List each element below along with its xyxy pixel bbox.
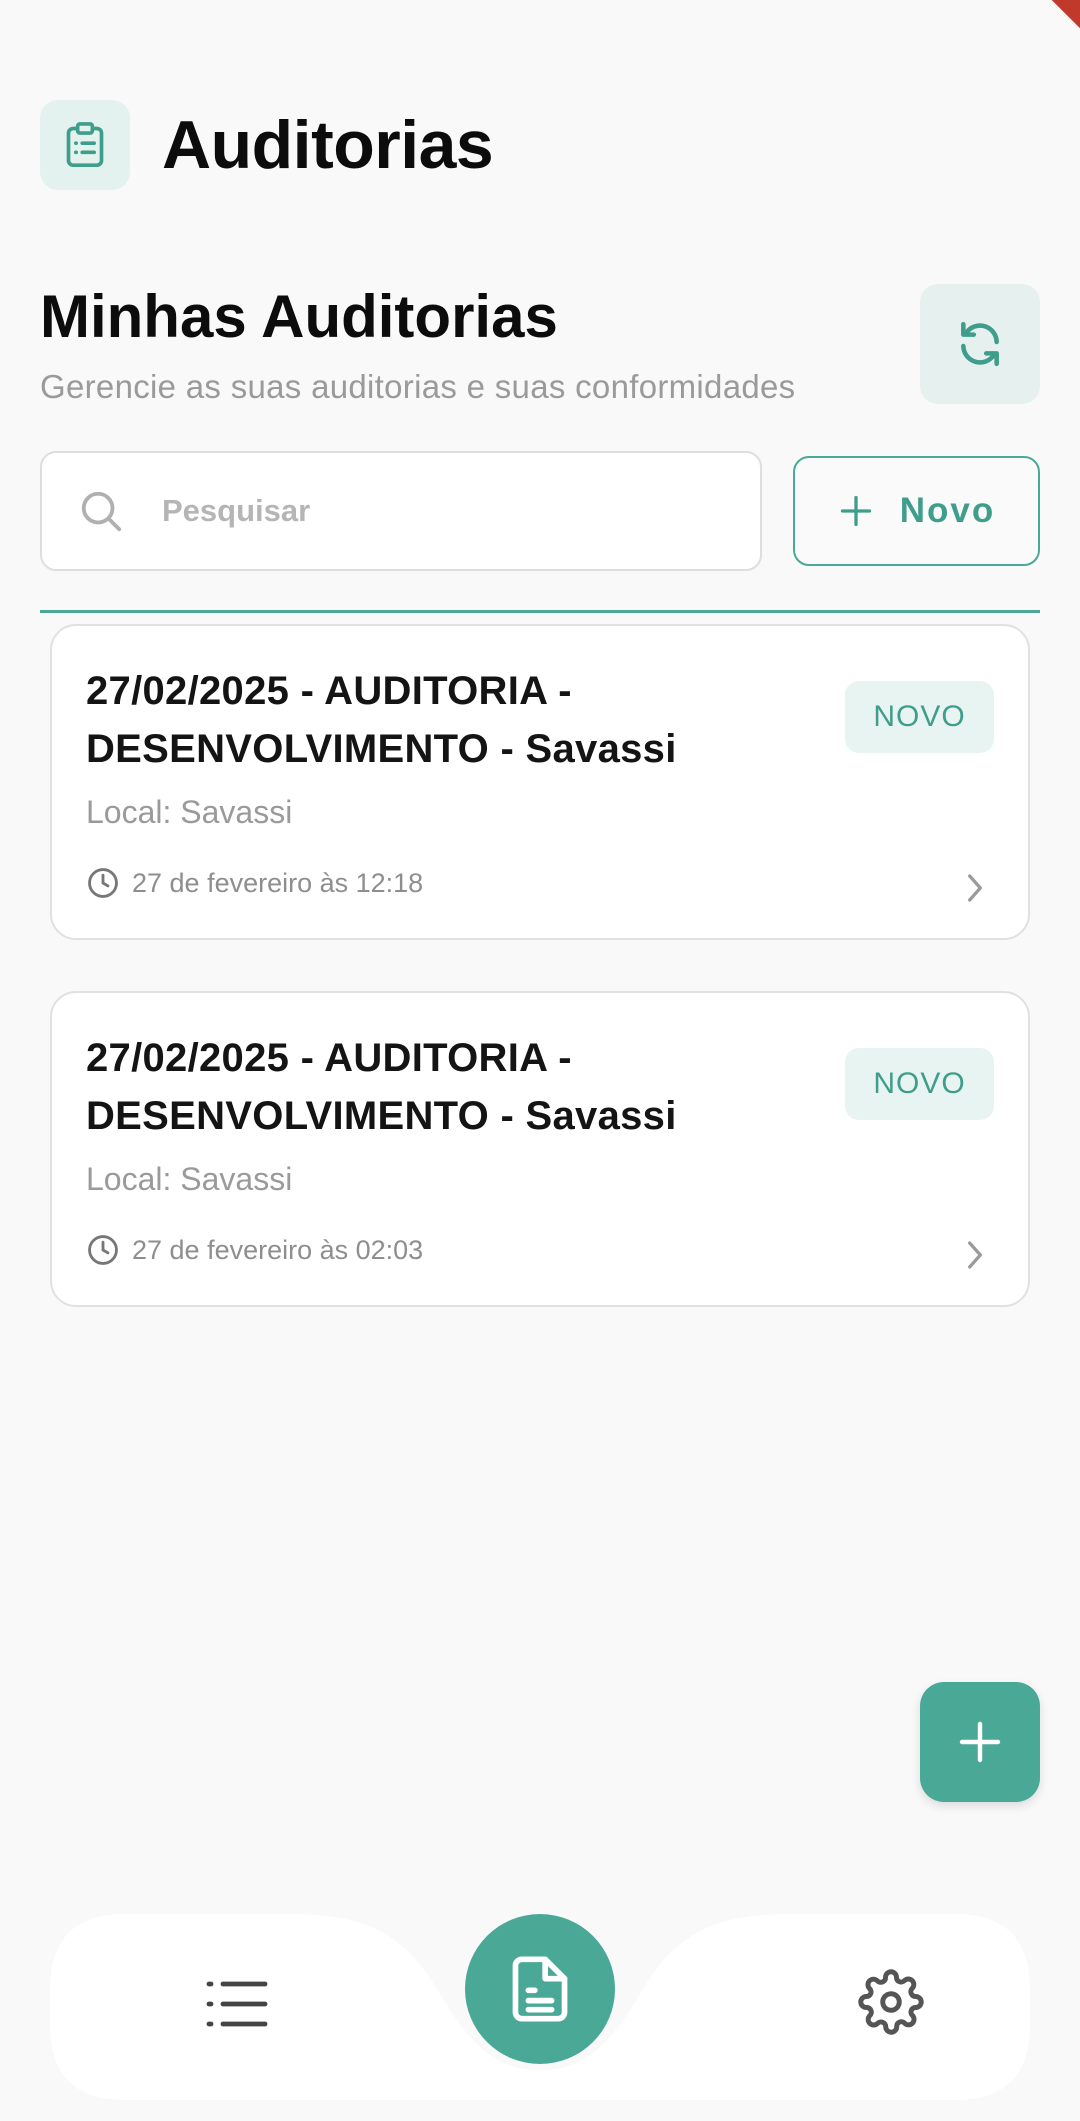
audit-card[interactable]: 27/02/2025 - AUDITORIA - DESENVOLVIMENTO…	[50, 991, 1030, 1307]
audit-location: Local: Savassi	[86, 1161, 293, 1197]
clipboard-icon	[40, 100, 130, 190]
app-title: Auditorias	[162, 107, 494, 183]
app-header: Auditorias	[40, 100, 494, 190]
audit-title: 27/02/2025 - AUDITORIA - DESENVOLVIMENTO…	[86, 669, 677, 771]
status-badge: NOVO	[845, 681, 994, 753]
gear-icon	[858, 1969, 924, 2035]
clock-icon	[88, 1235, 118, 1265]
audit-time-text: 27 de fevereiro às 02:03	[132, 1234, 424, 1265]
page-title: Minhas Auditorias	[40, 283, 558, 350]
chevron-right-icon	[962, 1239, 988, 1276]
refresh-icon	[961, 321, 999, 367]
document-icon	[512, 1956, 568, 2022]
nav-settings-button[interactable]	[858, 1969, 924, 2040]
nav-list-button[interactable]	[205, 1976, 269, 2032]
audit-card[interactable]: 27/02/2025 - AUDITORIA - DESENVOLVIMENTO…	[50, 624, 1030, 940]
new-audit-button[interactable]: Novo	[793, 456, 1040, 566]
bottom-nav	[50, 1914, 1030, 2100]
list-icon	[206, 1981, 268, 2027]
refresh-button[interactable]	[920, 284, 1040, 404]
divider	[40, 610, 1040, 613]
audit-time-text: 27 de fevereiro às 12:18	[132, 867, 424, 898]
audit-title: 27/02/2025 - AUDITORIA - DESENVOLVIMENTO…	[86, 1036, 677, 1138]
page-subtitle: Gerencie as suas auditorias e suas confo…	[40, 368, 796, 405]
search-input[interactable]	[162, 493, 682, 529]
plus-icon	[838, 493, 874, 529]
audit-time: 27 de fevereiro às 12:18	[86, 866, 423, 900]
search-box[interactable]	[40, 451, 762, 571]
status-badge: NOVO	[845, 1048, 994, 1120]
chevron-right-icon	[962, 872, 988, 909]
add-audit-fab[interactable]	[920, 1682, 1040, 1802]
plus-icon	[959, 1721, 1001, 1763]
nav-audits-button[interactable]	[465, 1914, 615, 2064]
search-icon	[81, 491, 122, 532]
corner-indicator	[1051, 0, 1080, 29]
clock-icon	[88, 868, 118, 898]
new-audit-label: Novo	[899, 491, 996, 530]
audit-time: 27 de fevereiro às 02:03	[86, 1233, 423, 1267]
audit-location: Local: Savassi	[86, 794, 293, 830]
